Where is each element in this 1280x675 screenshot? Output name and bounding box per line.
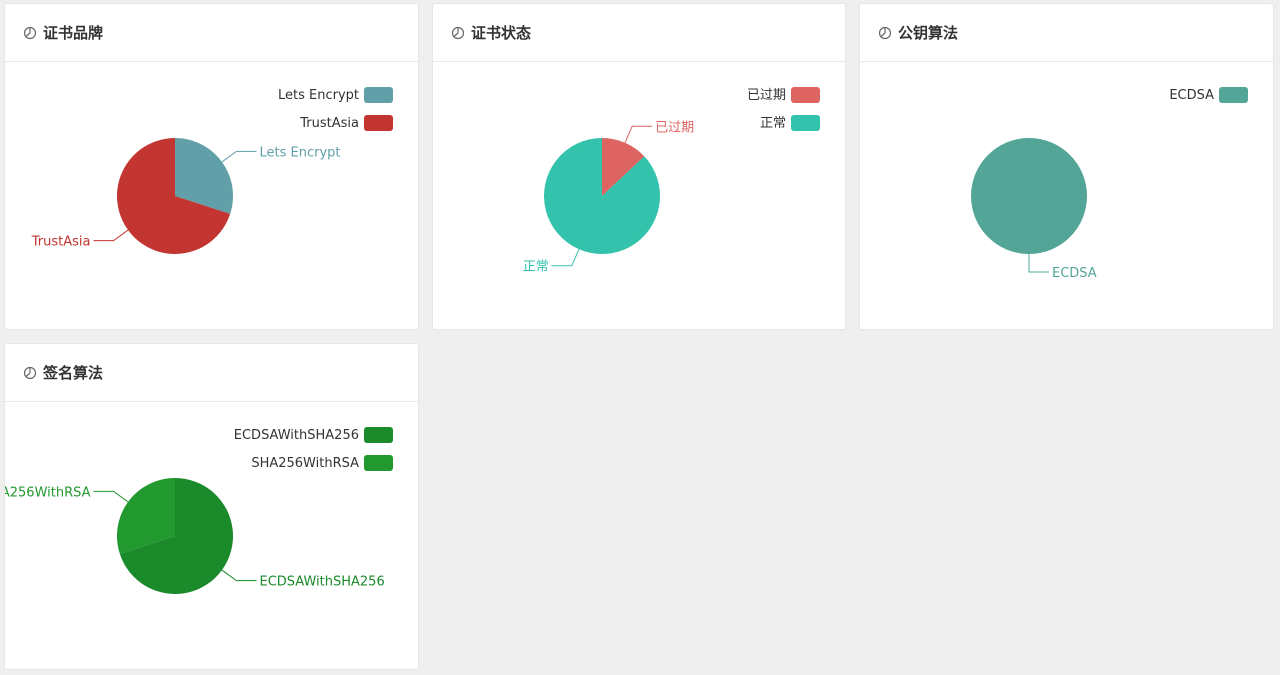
pie-slice-ecdsa[interactable]	[971, 138, 1087, 254]
legend-swatch	[1219, 87, 1248, 103]
legend-label: SHA256WithRSA	[251, 456, 359, 471]
legend-swatch	[364, 87, 393, 103]
legend-item-item[interactable]: 已过期	[747, 87, 820, 103]
label-leader-line	[221, 569, 257, 582]
card-header: 签名算法	[5, 344, 418, 402]
card-header: 公钥算法	[860, 4, 1273, 62]
card-header: 证书品牌	[5, 4, 418, 62]
card-title: 公钥算法	[898, 24, 959, 42]
chart-card-sign-algo: 签名算法 ECDSAWithSHA256 SHA256WithRSA ECDSAWi…	[4, 343, 419, 670]
card-title: 证书品牌	[43, 24, 104, 42]
legend-label: Lets Encrypt	[278, 88, 359, 103]
chart-card-cert-brand: 证书品牌 Lets Encrypt TrustAsia Lets Encrypt Tr…	[4, 3, 419, 330]
slice-label: TrustAsia	[31, 235, 91, 250]
legend-item-sha256withrsa[interactable]: SHA256WithRSA	[251, 455, 393, 471]
legend-label: 已过期	[747, 88, 786, 103]
legend-swatch	[364, 427, 393, 443]
legend-label: ECDSA	[1169, 88, 1214, 103]
slice-label: 已过期	[655, 120, 694, 135]
chart-card-cert-status: 证书状态 已过期 正常 已过期 正常	[432, 3, 846, 330]
slice-label: Lets Encrypt	[259, 145, 340, 160]
card-title: 签名算法	[43, 364, 104, 382]
legend-label: TrustAsia	[299, 116, 359, 131]
legend-swatch	[791, 87, 820, 103]
legend-item-ecdsawithsha256[interactable]: ECDSAWithSHA256	[234, 427, 393, 443]
slice-label: 正常	[523, 260, 549, 275]
label-leader-line	[1028, 254, 1049, 273]
label-leader-line	[93, 229, 129, 242]
pie-chart-icon	[878, 26, 892, 39]
legend-item-lets-encrypt[interactable]: Lets Encrypt	[278, 87, 393, 103]
legend-swatch	[364, 115, 393, 131]
pie-chart-icon	[451, 26, 465, 39]
pie-chart-icon	[23, 366, 37, 379]
pie-chart: Lets Encrypt TrustAsia Lets Encrypt TrustAs…	[31, 87, 393, 254]
label-leader-line	[93, 490, 129, 503]
legend-item-item[interactable]: 正常	[760, 115, 820, 131]
legend-label: ECDSAWithSHA256	[234, 428, 359, 443]
pie-chart: ECDSAWithSHA256 SHA256WithRSA ECDSAWithSHA…	[5, 427, 393, 594]
card-title: 证书状态	[471, 24, 532, 42]
legend-item-trustasia[interactable]: TrustAsia	[299, 115, 393, 131]
label-leader-line	[624, 125, 653, 143]
pie-chart-icon	[23, 26, 37, 39]
card-header: 证书状态	[433, 4, 845, 62]
slice-label: ECDSAWithSHA256	[259, 575, 384, 590]
slice-label: ECDSA	[1052, 266, 1097, 281]
slice-label: SHA256WithRSA	[5, 485, 91, 500]
label-leader-line	[551, 249, 580, 267]
legend-item-ecdsa[interactable]: ECDSA	[1169, 87, 1248, 103]
legend-swatch	[791, 115, 820, 131]
pie-chart: ECDSA ECDSA	[971, 87, 1248, 281]
pie-chart: 已过期正常已过期正常	[523, 87, 820, 275]
legend-swatch	[364, 455, 393, 471]
legend-label: 正常	[760, 116, 786, 131]
label-leader-line	[221, 150, 257, 163]
chart-card-pubkey-algo: 公钥算法 ECDSA ECDSA	[859, 3, 1274, 330]
